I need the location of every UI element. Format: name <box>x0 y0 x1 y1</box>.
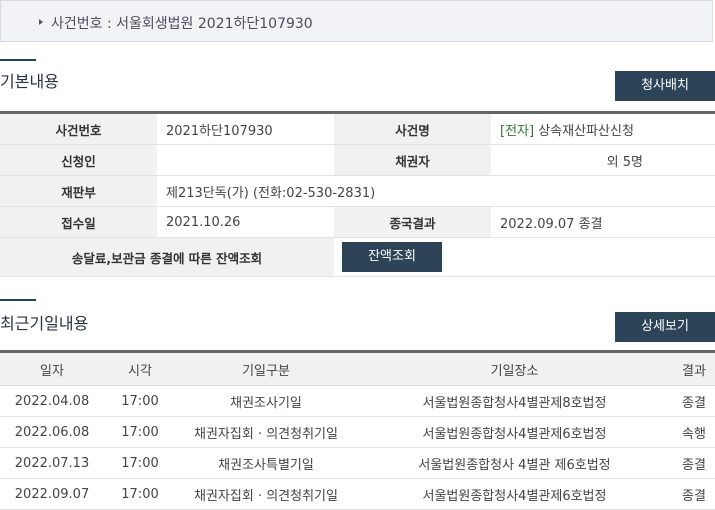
hearing-date: 2022.09.07 <box>0 478 104 510</box>
hearing-result: 종결 <box>673 447 715 479</box>
hearing-time: 17:00 <box>104 385 176 417</box>
filing-date-value: 2021.10.26 <box>157 206 334 238</box>
hearing-result: 종결 <box>673 478 715 510</box>
case-number-value: 2021하단107930 <box>157 114 334 145</box>
creditor-value: 외 5명 <box>491 144 715 176</box>
table-header-row: 일자 시각 기일구분 기일장소 결과 <box>0 353 715 386</box>
table-row: 2022.09.07 17:00 채권자집회 · 의견청취기일 서울법원종합청사… <box>0 478 715 510</box>
hearing-history-table: 일자 시각 기일구분 기일장소 결과 2022.04.08 17:00 채권조사… <box>0 353 715 510</box>
case-number-bar: 사건번호 : 서울회생법원 2021하단107930 <box>0 0 713 42</box>
hearing-result: 속행 <box>673 416 715 448</box>
basic-info-table: 사건번호 2021하단107930 사건명 [전자] 상속재산파산신청 신청인 … <box>0 114 715 277</box>
hearing-location: 서울법원종합청사4별관제8호법정 <box>356 385 673 417</box>
case-name-cell: [전자] 상속재산파산신청 <box>491 114 715 145</box>
hearing-time: 17:00 <box>104 416 176 448</box>
table-row: 신청인 채권자 외 5명 <box>0 144 715 176</box>
filing-date-label: 접수일 <box>0 206 157 238</box>
section-title-basic: 기본내용 <box>0 72 59 91</box>
header-result: 결과 <box>673 353 715 386</box>
hearing-date: 2022.06.08 <box>0 416 104 448</box>
balance-inquiry-label: 송달료,보관금 종결에 따른 잔액조회 <box>0 237 334 277</box>
section-accent-bar <box>0 59 36 61</box>
hearing-date: 2022.07.13 <box>0 447 104 479</box>
final-result-value: 2022.09.07 종결 <box>491 206 715 238</box>
table-row: 2022.07.13 17:00 채권조사특별기일 서울법원종합청사 4별관 제… <box>0 447 715 479</box>
hearing-result: 종결 <box>673 385 715 417</box>
header-time: 시각 <box>104 353 176 386</box>
hearing-location: 서울법원종합청사4별관제6호법정 <box>356 478 673 510</box>
creditor-label: 채권자 <box>334 144 491 176</box>
applicant-value <box>157 144 334 176</box>
hearing-time: 17:00 <box>104 478 176 510</box>
hearing-type: 채권조사기일 <box>176 385 356 417</box>
court-division-value: 제213단독(가) (전화:02-530-2831) <box>157 175 715 207</box>
case-name-value: 상속재산파산신청 <box>538 123 634 139</box>
table-row: 2022.06.08 17:00 채권자집회 · 의견청취기일 서울법원종합청사… <box>0 416 715 448</box>
header-type: 기일구분 <box>176 353 356 386</box>
header-location: 기일장소 <box>356 353 673 386</box>
table-row: 사건번호 2021하단107930 사건명 [전자] 상속재산파산신청 <box>0 114 715 145</box>
hearing-type: 채권조사특별기일 <box>176 447 356 479</box>
table-row: 2022.04.08 17:00 채권조사기일 서울법원종합청사4별관제8호법정… <box>0 385 715 417</box>
electronic-tag: [전자] <box>500 123 535 139</box>
hearing-location: 서울법원종합청사 4별관 제6호법정 <box>356 447 673 479</box>
section-accent-bar <box>0 299 36 301</box>
view-details-button[interactable]: 상세보기 <box>615 312 715 342</box>
hearing-time: 17:00 <box>104 447 176 479</box>
header-date: 일자 <box>0 353 104 386</box>
case-name-label: 사건명 <box>334 114 491 145</box>
table-row: 접수일 2021.10.26 종국결과 2022.09.07 종결 <box>0 206 715 238</box>
court-division-label: 재판부 <box>0 175 157 207</box>
balance-inquiry-button[interactable]: 잔액조회 <box>342 242 442 272</box>
hearing-location: 서울법원종합청사4별관제6호법정 <box>356 416 673 448</box>
table-row: 송달료,보관금 종결에 따른 잔액조회 잔액조회 <box>0 237 715 277</box>
hearing-type: 채권자집회 · 의견청취기일 <box>176 416 356 448</box>
office-layout-button[interactable]: 청사배치 <box>615 71 715 101</box>
applicant-label: 신청인 <box>0 144 157 176</box>
case-number-text: 사건번호 : 서울회생법원 2021하단107930 <box>51 16 313 32</box>
table-row: 재판부 제213단독(가) (전화:02-530-2831) <box>0 175 715 207</box>
balance-inquiry-cell: 잔액조회 <box>334 237 715 277</box>
hearing-type: 채권자집회 · 의견청취기일 <box>176 478 356 510</box>
bullet-arrow-icon <box>39 19 43 25</box>
section-title-recent: 최근기일내용 <box>0 314 89 333</box>
final-result-label: 종국결과 <box>334 206 491 238</box>
hearing-date: 2022.04.08 <box>0 385 104 417</box>
case-number-label: 사건번호 <box>0 114 157 145</box>
